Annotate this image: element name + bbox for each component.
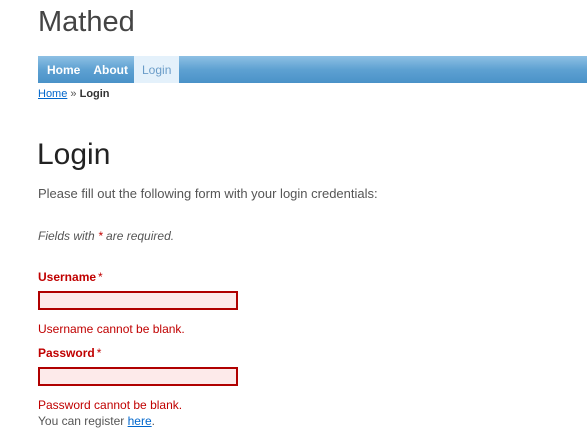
main-menu: Home About Login bbox=[38, 56, 587, 83]
intro-text: Please fill out the following form with … bbox=[38, 186, 378, 201]
register-note-suffix: . bbox=[151, 414, 155, 428]
required-note-prefix: Fields with bbox=[38, 229, 99, 243]
username-error: Username cannot be blank. bbox=[38, 322, 185, 336]
menu-item-about[interactable]: About bbox=[85, 56, 134, 83]
register-note: You can register here. bbox=[38, 414, 155, 428]
password-error: Password cannot be blank. bbox=[38, 398, 183, 412]
breadcrumb-home-link[interactable]: Home bbox=[38, 88, 67, 100]
password-label-text: Password bbox=[38, 346, 95, 360]
required-note: Fields with * are required. bbox=[38, 229, 174, 243]
breadcrumb-separator: » bbox=[70, 88, 77, 100]
menu-item-home[interactable]: Home bbox=[38, 56, 85, 83]
password-required-star: * bbox=[96, 346, 102, 360]
password-label: Password * bbox=[38, 346, 101, 360]
breadcrumb: Home » Login bbox=[38, 88, 110, 100]
main-menu-list: Home About Login bbox=[38, 56, 587, 83]
site-title: Mathed bbox=[38, 6, 135, 38]
username-label-text: Username bbox=[38, 270, 97, 284]
username-required-star: * bbox=[98, 270, 103, 284]
username-input[interactable] bbox=[38, 291, 238, 310]
register-link[interactable]: here bbox=[128, 414, 152, 428]
menu-item-login[interactable]: Login bbox=[134, 56, 180, 83]
required-note-suffix: are required. bbox=[102, 229, 175, 243]
page-title: Login bbox=[37, 138, 111, 171]
username-label: Username * bbox=[38, 270, 103, 284]
register-note-prefix: You can register bbox=[38, 414, 128, 428]
breadcrumb-current: Login bbox=[79, 88, 110, 100]
password-input[interactable] bbox=[38, 367, 238, 386]
